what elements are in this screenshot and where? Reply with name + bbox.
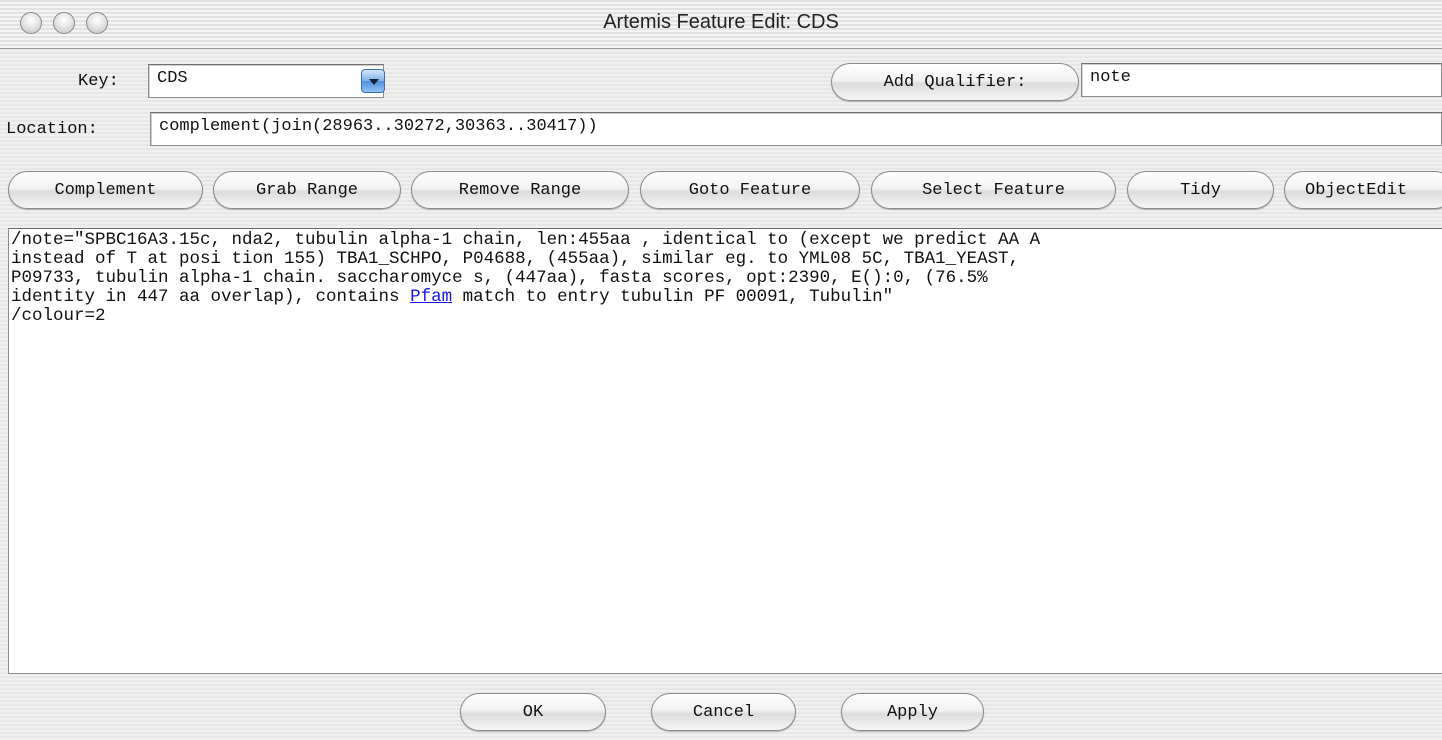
qualifier-line: identity in 447 aa overlap), contains Pf… — [11, 288, 1440, 307]
qualifier-value: note — [1090, 68, 1131, 87]
qualifier-text: match to entry tubulin PF 00091, Tubulin… — [452, 287, 894, 307]
select-feature-button[interactable]: Select Feature — [871, 171, 1116, 209]
remove-range-button[interactable]: Remove Range — [411, 171, 629, 209]
qualifier-text: identity in 447 aa overlap), contains — [11, 287, 411, 307]
apply-button[interactable]: Apply — [841, 693, 984, 731]
qualifier-input[interactable]: note — [1081, 63, 1442, 97]
qualifier-line: instead of T at posi tion 155) TBA1_SCHP… — [11, 249, 1020, 269]
grab-range-button[interactable]: Grab Range — [213, 171, 401, 209]
cancel-button[interactable]: Cancel — [651, 693, 796, 731]
qualifier-text-area[interactable]: /note="SPBC16A3.15c, nda2, tubulin alpha… — [8, 228, 1442, 674]
key-label: Key: — [78, 72, 119, 91]
location-value: complement(join(28963..30272,30363..3041… — [159, 117, 598, 136]
feature-edit-window: Artemis Feature Edit: CDS Key: CDS Add Q… — [0, 0, 1442, 740]
qualifier-line: /colour=2 — [11, 306, 106, 326]
ok-button[interactable]: OK — [460, 693, 606, 731]
add-qualifier-button[interactable]: Add Qualifier: — [831, 63, 1079, 101]
location-label: Location: — [6, 120, 98, 139]
qualifier-line: /note="SPBC16A3.15c, nda2, tubulin alpha… — [11, 230, 1041, 250]
qualifier-line: P09733, tubulin alpha-1 chain. saccharom… — [11, 268, 988, 288]
key-value: CDS — [157, 69, 188, 88]
title-bar: Artemis Feature Edit: CDS — [0, 0, 1442, 49]
location-input[interactable]: complement(join(28963..30272,30363..3041… — [150, 112, 1442, 146]
complement-button[interactable]: Complement — [8, 171, 203, 209]
chevron-down-icon[interactable] — [361, 69, 385, 93]
tidy-button[interactable]: Tidy — [1127, 171, 1274, 209]
window-title: Artemis Feature Edit: CDS — [603, 11, 839, 33]
object-edit-button[interactable]: ObjectEdit — [1284, 171, 1442, 209]
goto-feature-button[interactable]: Goto Feature — [640, 171, 860, 209]
key-combo[interactable]: CDS — [148, 64, 384, 98]
pfam-link[interactable]: Pfam — [410, 287, 452, 307]
